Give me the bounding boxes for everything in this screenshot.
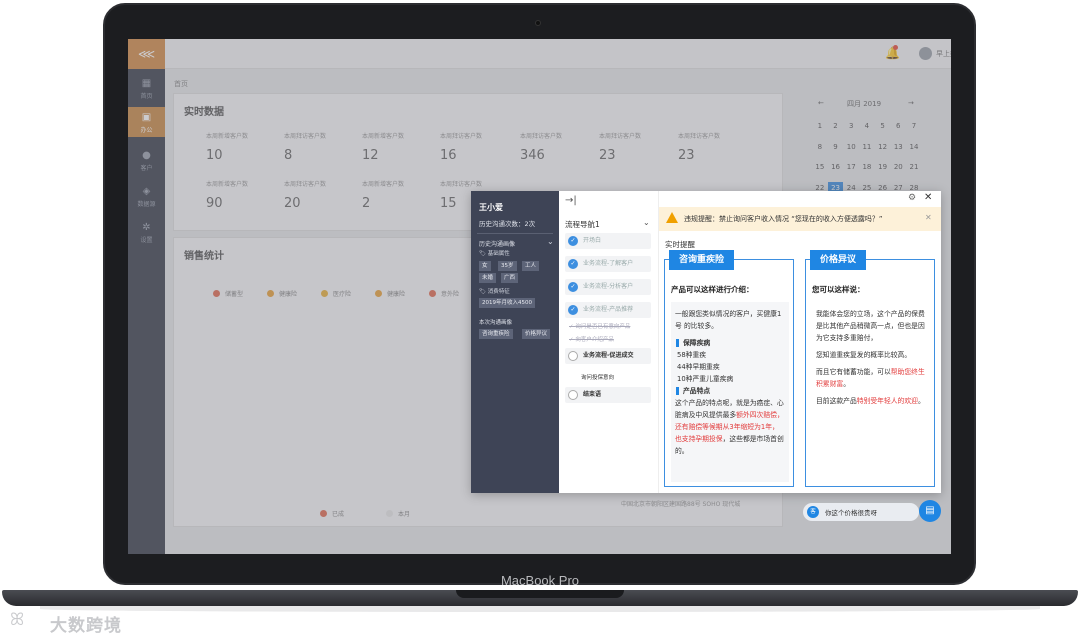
watermark-text: 大数跨境 [50,616,122,636]
check-icon: ✓ [568,282,578,292]
chevron-down-icon[interactable]: ⌄ [547,237,554,246]
divider [477,233,553,234]
expand-icon[interactable]: →| [565,195,577,206]
realtime-reminder-panel: ⚙ ✕ 违规提醒：禁止询问客户收入情况 “您现在的收入方便透露吗？” ✕ 实时提… [659,191,941,493]
customer-profile-panel: 王小爱 历史沟通次数：2次 历史沟通画像 ⌄ 🏷 基础属性 女 35岁 工人 未… [471,191,559,493]
card-subheading: 保障疾病 [675,337,785,349]
customer-speech-text: 你这个价格很贵呀 [825,509,877,517]
reminder-card-price: 价格异议 您可以这样说： 我能体会您的立场，这个产品的保费是比其他产品稍微高一点… [805,250,935,487]
profile-tag: 2019年月收入4500 [479,298,535,308]
history-count: 历史沟通次数：2次 [479,220,536,228]
flow-nav-panel: →| 流程导航1 ⌄ ✓ 开场白 ✓ 业务流程-了解客户 ✓ 业务流程-分析客户 ✓ 业… [559,191,659,493]
flow-step-current[interactable]: 业务流程-促进成交 [565,348,651,364]
circle-icon [568,351,578,361]
card-text: 目前这款产品特别受年轻人的欢迎。 [816,397,925,405]
flow-step[interactable]: ✓ 业务流程-分析客户 [565,279,651,295]
warning-text: 违规提醒：禁止询问客户收入情况 “您现在的收入方便透露吗？” [684,215,883,223]
profile-tag: 女 [479,261,491,271]
card-body: 我能体会您的立场，这个产品的保费是比其他产品稍微高一点，但也是因为它支持多重赔付… [812,302,930,482]
card-text: 44种早期重疾 [677,363,720,371]
customer-badge: 客 [807,506,819,518]
card-text: 这个产品的特点呢，就是为癌症、心脏病及中风提供最多额外四次赔偿，还有赔偿等候期从… [675,399,784,455]
flow-step[interactable]: ✓ 业务流程-了解客户 [565,256,651,272]
flow-substep[interactable]: ✓ 询问是否已有意向产品 [569,322,630,330]
customer-name: 王小爱 [479,203,503,212]
laptop-notch [456,590,624,598]
profile-tag: 工人 [522,261,540,271]
device-label: MacBook Pro [500,573,580,588]
tag-icon: 🏷 [479,251,488,257]
profile-tag: 广西 [501,273,519,283]
laptop-shadow [40,606,1040,612]
flow-step-end[interactable]: 结束语 [565,387,651,403]
card-heading: 您可以这样说： [812,285,865,294]
assistant-modal: 王小爱 历史沟通次数：2次 历史沟通画像 ⌄ 🏷 基础属性 女 35岁 工人 未… [471,191,941,493]
history-profile-label: 历史沟通画像 [479,241,516,248]
flow-substep[interactable]: ✓ 向客户介绍产品 [569,335,614,343]
camera-icon [535,20,541,26]
card-text: 我能体会您的立场，这个产品的保费是比其他产品稍微高一点，但也是因为它支持多重赔付… [816,310,925,342]
card-tab: 咨询重疾险 [669,250,735,270]
chevron-down-icon[interactable]: ⌄ [643,218,650,227]
customer-speech-bubble: 客 你这个价格很贵呀 [803,503,919,521]
reminder-card-product: 咨询重疾险 产品可以这样进行介绍： 一般跟您类似情况的客户，买健康1号 的比较多… [664,250,794,487]
check-icon: ✓ [568,236,578,246]
chat-icon: ▤ [925,505,935,516]
basic-attr-label: 🏷 基础属性 [479,251,510,257]
check-icon: ✓ [568,305,578,315]
realtime-title: 实时提醒 [665,240,695,249]
violation-warning: 违规提醒：禁止询问客户收入情况 “您现在的收入方便透露吗？” ✕ [659,207,941,231]
assistant-button[interactable]: ▤ [919,500,941,522]
watermark: ꕤ 大数跨境 [10,608,150,636]
current-profile-label: 本次沟通画像 [479,320,513,326]
flow-step[interactable]: ✓ 业务流程-产品推荐 [565,302,651,318]
card-text: 10种严重儿童疾病 [677,375,734,383]
card-text: 58种重疾 [677,351,707,359]
card-body: 一般跟您类似情况的客户，买健康1号 的比较多。 保障疾病 58种重疾 44种早期… [671,302,789,482]
flow-substep[interactable]: 询问投保意向 [581,373,614,381]
flow-title: 流程导航1 [565,220,600,229]
card-text: 您知道重疾复发的概率比较高。 [816,351,912,359]
card-text: 而且它有储蓄功能，可以帮助您终生积累财富。 [816,368,925,388]
card-subheading: 产品特点 [675,385,785,397]
gear-icon[interactable]: ⚙ [908,193,916,203]
card-heading: 产品可以这样进行介绍： [671,285,754,294]
card-text: 一般跟您类似情况的客户，买健康1号 的比较多。 [675,310,782,330]
warning-icon [666,212,678,223]
close-icon[interactable]: ✕ [924,192,932,203]
card-tab: 价格异议 [810,250,867,270]
consume-attr-label: 🏷 消费特征 [479,289,510,295]
screen: ⋘ ▦首页 ▣办公 ●客户 ◈数据源 ✲设置 🔔 早上好，王伟 首页 实时数据 … [128,39,951,554]
check-icon: ✓ [568,259,578,269]
profile-tag: 35岁 [498,261,517,271]
close-icon[interactable]: ✕ [925,213,932,222]
tag-icon: 🏷 [479,289,488,295]
circle-icon [568,390,578,400]
profile-tag: 价格异议 [522,329,551,339]
watermark-logo: ꕤ [10,610,25,630]
profile-tag: 咨询重疾险 [479,329,513,339]
flow-step[interactable]: ✓ 开场白 [565,233,651,249]
profile-tag: 未婚 [479,273,497,283]
